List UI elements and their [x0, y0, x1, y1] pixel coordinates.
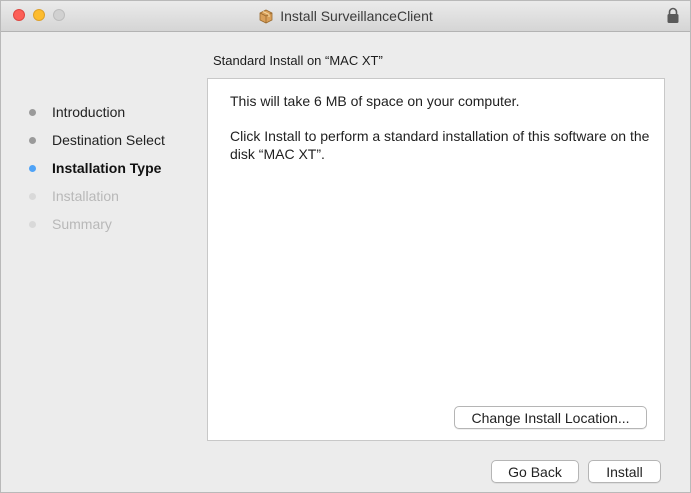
install-instruction-text: Click Install to perform a standard inst… [230, 128, 650, 162]
package-icon [259, 9, 273, 24]
lock-icon [667, 7, 679, 23]
step-indicator-dot [29, 136, 36, 144]
install-subheading: Standard Install on “MAC XT” [213, 53, 383, 68]
step-installation: Installation [29, 182, 204, 210]
step-label: Installation Type [52, 160, 162, 176]
installer-window: Install SurveillanceClient Standard Inst… [0, 0, 691, 493]
content-panel: This will take 6 MB of space on your com… [207, 78, 665, 441]
step-label: Destination Select [52, 132, 165, 148]
step-indicator-dot [29, 192, 36, 200]
space-required-text: This will take 6 MB of space on your com… [230, 93, 520, 109]
step-summary: Summary [29, 210, 204, 238]
step-introduction: Introduction [29, 98, 204, 126]
step-indicator-dot [29, 220, 36, 228]
step-indicator-dot-current [29, 164, 36, 172]
window-title: Install SurveillanceClient [280, 8, 433, 24]
install-button[interactable]: Install [588, 460, 661, 483]
step-label: Introduction [52, 104, 126, 120]
step-indicator-dot [29, 108, 36, 116]
title-bar[interactable]: Install SurveillanceClient [1, 1, 690, 32]
step-label: Summary [52, 216, 112, 232]
step-destination-select: Destination Select [29, 126, 204, 154]
step-installation-type: Installation Type [29, 154, 204, 182]
step-label: Installation [52, 188, 119, 204]
change-install-location-button[interactable]: Change Install Location... [454, 406, 647, 429]
go-back-button[interactable]: Go Back [491, 460, 579, 483]
window-title-group: Install SurveillanceClient [1, 1, 690, 31]
steps-sidebar: Introduction Destination Select Installa… [29, 98, 204, 238]
